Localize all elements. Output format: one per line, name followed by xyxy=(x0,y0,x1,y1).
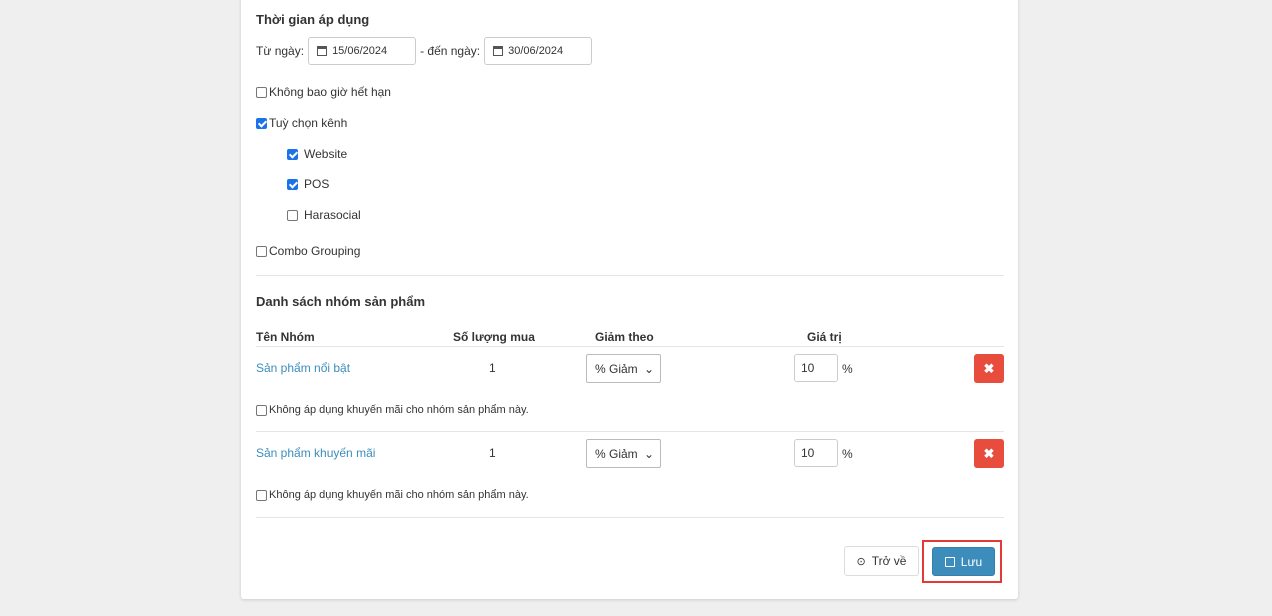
combo-grouping-checkbox[interactable]: Combo Grouping xyxy=(256,244,360,258)
from-label: Từ ngày: xyxy=(256,44,305,58)
divider xyxy=(256,275,1004,276)
to-date-input[interactable]: 30/06/2024 xyxy=(484,37,593,65)
unit-label: % xyxy=(842,362,853,376)
select-value: % Giảm xyxy=(595,446,638,461)
save-button[interactable]: Lưu xyxy=(932,547,995,576)
to-label: - đến ngày: xyxy=(420,44,481,58)
floppy-disk-icon xyxy=(944,556,955,567)
exclude-label: Không áp dụng khuyến mãi cho nhóm sản ph… xyxy=(269,404,529,416)
discount-type-select[interactable]: % Giảm ⌄ xyxy=(586,354,661,383)
channel-label: Website xyxy=(304,147,348,161)
group-qty: 1 xyxy=(489,361,496,375)
group-link[interactable]: Sản phẩm khuyến mãi xyxy=(256,446,375,460)
close-icon: ✖ xyxy=(983,445,995,461)
exclude-label: Không áp dụng khuyến mãi cho nhóm sản ph… xyxy=(269,489,529,501)
calendar-icon xyxy=(317,46,328,56)
select-value: % Giảm xyxy=(595,361,638,376)
back-label: Trở về xyxy=(871,554,907,568)
groups-section-title: Danh sách nhóm sản phẩm xyxy=(256,294,426,309)
value-input[interactable]: 10 xyxy=(794,354,838,382)
back-circle-icon: ⊙ xyxy=(856,555,866,568)
unit-label: % xyxy=(842,447,853,461)
to-date-value: 30/06/2024 xyxy=(508,45,564,57)
channel-website-checkbox[interactable]: Website xyxy=(287,147,347,161)
group-link[interactable]: Sản phẩm nổi bật xyxy=(256,361,350,375)
never-expire-label: Không bao giờ hết hạn xyxy=(269,85,391,99)
close-icon: ✖ xyxy=(983,360,995,376)
channel-label: POS xyxy=(304,177,330,191)
header-discount-type: Giảm theo xyxy=(595,330,654,344)
value-text: 10 xyxy=(801,361,815,375)
save-label: Lưu xyxy=(960,554,983,569)
discount-type-select[interactable]: % Giảm ⌄ xyxy=(586,439,661,468)
header-value: Giá trị xyxy=(807,330,842,344)
delete-group-button[interactable]: ✖ xyxy=(974,354,1004,383)
divider xyxy=(256,517,1004,518)
channel-option-checkbox[interactable]: Tuỳ chọn kênh xyxy=(256,116,347,130)
exclude-group-checkbox[interactable]: Không áp dụng khuyến mãi cho nhóm sản ph… xyxy=(256,404,529,416)
back-button[interactable]: ⊙ Trở về xyxy=(844,546,919,576)
calendar-icon xyxy=(493,46,504,56)
from-date-value: 15/06/2024 xyxy=(332,45,388,57)
value-text: 10 xyxy=(801,446,815,460)
group-qty: 1 xyxy=(489,446,496,460)
channel-pos-checkbox[interactable]: POS xyxy=(287,177,329,191)
time-section-title: Thời gian áp dụng xyxy=(256,12,370,27)
channel-harasocial-checkbox[interactable]: Harasocial xyxy=(287,208,361,222)
header-name: Tên Nhóm xyxy=(256,330,315,344)
divider xyxy=(256,431,1004,432)
channel-label: Harasocial xyxy=(304,208,361,222)
combo-grouping-label: Combo Grouping xyxy=(269,244,361,258)
delete-group-button[interactable]: ✖ xyxy=(974,439,1004,468)
channel-option-label: Tuỳ chọn kênh xyxy=(269,116,348,130)
header-qty: Số lượng mua xyxy=(453,330,535,344)
promotion-form-card: Thời gian áp dụng Từ ngày: 15/06/2024 - … xyxy=(241,0,1018,599)
exclude-group-checkbox[interactable]: Không áp dụng khuyến mãi cho nhóm sản ph… xyxy=(256,489,529,501)
value-input[interactable]: 10 xyxy=(794,439,838,467)
divider xyxy=(256,346,1004,347)
chevron-down-icon: ⌄ xyxy=(643,446,654,461)
from-date-input[interactable]: 15/06/2024 xyxy=(308,37,417,65)
never-expire-checkbox[interactable]: Không bao giờ hết hạn xyxy=(256,85,391,99)
chevron-down-icon: ⌄ xyxy=(643,361,654,376)
